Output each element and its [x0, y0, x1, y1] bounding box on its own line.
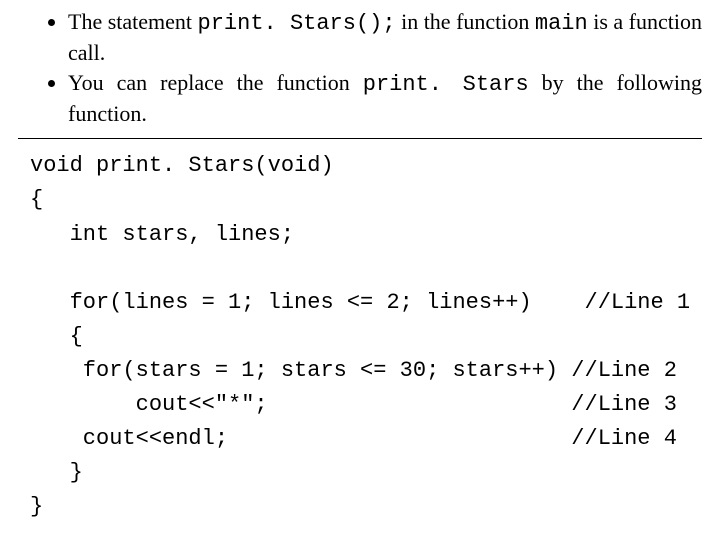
code-block: void print. Stars(void) { int stars, lin…: [18, 149, 702, 524]
text-fragment: You can replace the function: [68, 70, 363, 95]
code-line: {: [30, 187, 43, 212]
code-line: }: [30, 460, 83, 485]
code-line: for(stars = 1; stars <= 30; stars++) //L…: [30, 358, 677, 383]
inline-code: print. Stars: [363, 72, 529, 97]
inline-code: print. Stars();: [198, 11, 396, 36]
bullet-item-2: You can replace the function print. Star…: [68, 69, 702, 128]
code-line: for(lines = 1; lines <= 2; lines++) //Li…: [30, 290, 690, 315]
code-line: int stars, lines;: [30, 222, 294, 247]
code-line: void print. Stars(void): [30, 153, 334, 178]
separator: [18, 138, 702, 139]
bullet-item-1: The statement print. Stars(); in the fun…: [68, 8, 702, 67]
code-line: cout<<"*"; //Line 3: [30, 392, 677, 417]
text-fragment: The statement: [68, 9, 198, 34]
text-fragment: in the function: [396, 9, 535, 34]
code-line: }: [30, 494, 43, 519]
code-line: {: [30, 324, 83, 349]
bullet-list: The statement print. Stars(); in the fun…: [18, 8, 702, 128]
code-line: cout<<endl; //Line 4: [30, 426, 677, 451]
inline-code: main: [535, 11, 588, 36]
